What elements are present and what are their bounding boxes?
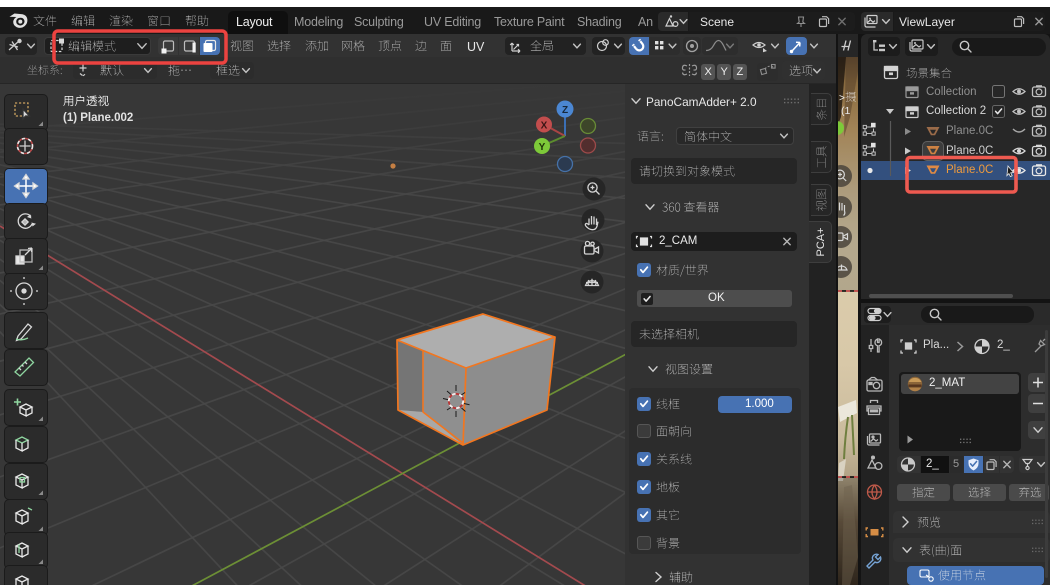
svg-text:Y: Y	[539, 142, 546, 153]
svg-text:Z: Z	[562, 105, 568, 116]
svg-text:X: X	[541, 121, 548, 132]
